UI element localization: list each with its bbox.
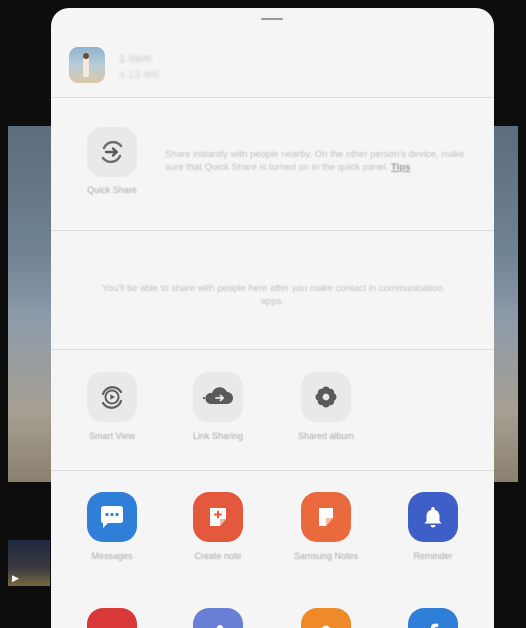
app-icon	[217, 625, 223, 628]
contacts-empty-message: You'll be able to share with people here…	[102, 283, 443, 307]
reminder-icon	[424, 507, 442, 528]
profile-icon	[321, 625, 331, 628]
app-button[interactable]	[193, 608, 243, 628]
smart-view-button[interactable]	[87, 372, 137, 422]
app-button[interactable]	[87, 608, 137, 628]
shared-album-button[interactable]	[301, 372, 351, 422]
samsung-notes-icon	[319, 508, 333, 526]
share-header: 1 item 4.13 MB	[51, 8, 494, 98]
shared-album-icon	[315, 386, 337, 408]
link-sharing-label: Link Sharing	[192, 431, 244, 441]
facebook-icon	[430, 623, 439, 628]
reminder-app-button[interactable]	[408, 492, 458, 542]
link-sharing-icon	[202, 387, 233, 404]
link-sharing-button[interactable]	[193, 372, 243, 422]
create-note-icon	[210, 508, 226, 526]
samsung-notes-label: Samsung Notes	[293, 551, 359, 561]
samsung-notes-app-button[interactable]	[301, 492, 351, 542]
shared-album-label: Shared album	[297, 431, 355, 441]
tips-link[interactable]: Tips	[391, 162, 410, 173]
messages-app-button[interactable]	[87, 492, 137, 542]
app-button[interactable]	[408, 608, 458, 628]
share-sheet: 1 item 4.13 MB Quick Share Share instant…	[51, 8, 494, 628]
file-size: 4.13 MB	[119, 70, 160, 81]
play-icon: ▶	[12, 573, 19, 583]
quick-share-label: Quick Share	[87, 185, 137, 195]
smart-view-label: Smart View	[89, 431, 135, 441]
file-thumbnail	[69, 47, 105, 83]
create-note-app-button[interactable]	[193, 492, 243, 542]
quick-share-button[interactable]	[87, 127, 137, 177]
messages-icon	[101, 506, 123, 528]
quick-share-description: Share instantly with people nearby. On t…	[165, 149, 465, 173]
email-icon	[103, 627, 121, 628]
reminder-label: Reminder	[413, 551, 453, 561]
divider	[51, 230, 494, 231]
file-name: 1 item	[119, 53, 152, 65]
messages-label: Messages	[91, 551, 133, 561]
app-button[interactable]	[301, 608, 351, 628]
smart-view-icon	[101, 386, 123, 409]
divider	[51, 97, 494, 98]
create-note-label: Create note	[194, 551, 242, 561]
divider	[51, 470, 494, 471]
quick-share-icon	[101, 141, 123, 163]
divider	[51, 349, 494, 350]
